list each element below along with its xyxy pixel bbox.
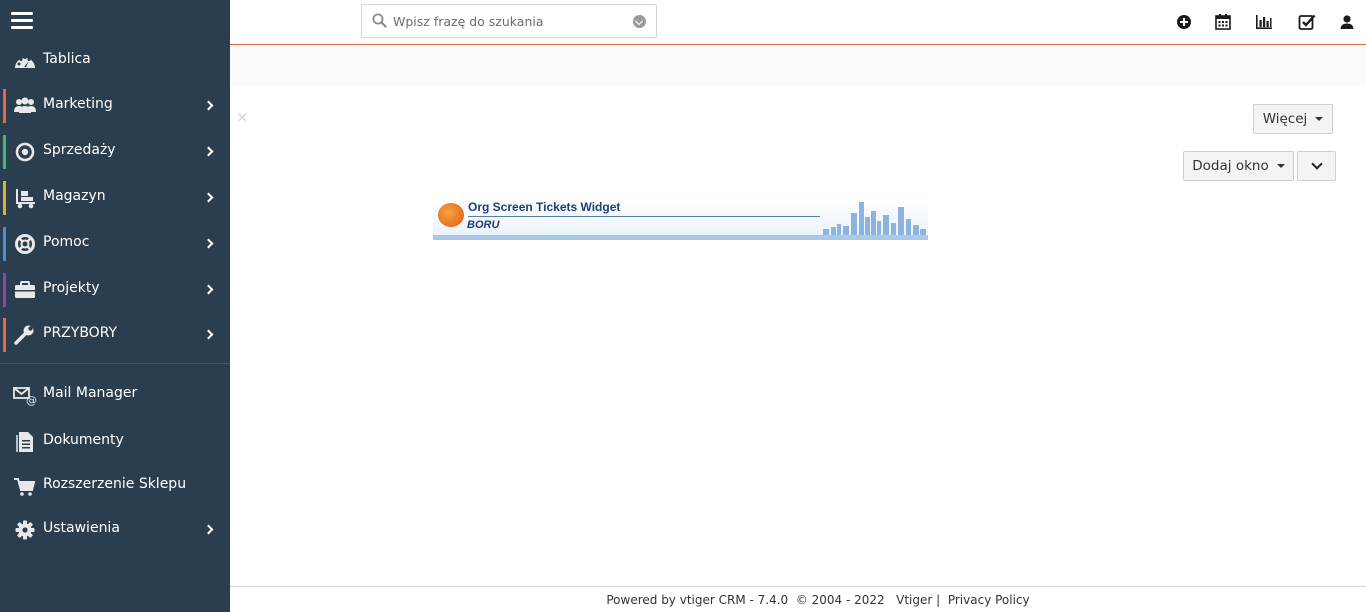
sidebar-item-label: Marketing: [43, 96, 113, 112]
section-color-bar: [3, 318, 6, 352]
sidebar-item-projekty[interactable]: Projekty: [0, 273, 230, 311]
add-widget-label: Dodaj okno: [1192, 158, 1269, 174]
search-input[interactable]: Wpisz frazę do szukania: [393, 14, 544, 29]
widget-title: Org Screen Tickets Widget: [468, 200, 621, 214]
chevron-right-icon: [203, 329, 214, 340]
section-color-bar: [3, 135, 6, 169]
footer: Powered by vtiger CRM - 7.4.0 © 2004 - 2…: [230, 586, 1366, 612]
chevron-down-icon: [1310, 158, 1323, 170]
sidebar-item-pomoc[interactable]: Pomoc: [0, 227, 230, 265]
chevron-right-icon: [203, 100, 214, 111]
sidebar-divider: [0, 363, 230, 364]
dolly-icon: [16, 189, 35, 209]
sidebar-item-sprzedazy[interactable]: Sprzedaży: [0, 135, 230, 173]
widget-bottom-strip: [433, 235, 928, 240]
footer-powered-by: Powered by vtiger CRM - 7.4.0: [606, 592, 789, 607]
chevron-right-icon: [203, 238, 214, 249]
chevron-right-icon: [203, 524, 214, 535]
search-options-icon[interactable]: [633, 15, 646, 28]
section-color-bar: [3, 227, 6, 261]
sidebar-item-label: Mail Manager: [43, 385, 138, 401]
sidebar-item-label: Sprzedaży: [43, 142, 116, 158]
lifebuoy-icon: [15, 234, 35, 254]
widget-brand: BORU: [467, 219, 500, 231]
chevron-right-icon: [203, 284, 214, 295]
sidebar-item-marketing[interactable]: Marketing: [0, 89, 230, 127]
hamburger-menu-icon[interactable]: [11, 12, 33, 30]
sidebar-item-label: Tablica: [43, 51, 91, 67]
global-search[interactable]: Wpisz frazę do szukania: [361, 4, 657, 38]
more-button[interactable]: Więcej: [1253, 104, 1333, 134]
more-button-label: Więcej: [1262, 111, 1308, 127]
sidebar-item-dokumenty[interactable]: Dokumenty: [0, 425, 230, 463]
chevron-right-icon: [203, 146, 214, 157]
widget-title-rule: [468, 216, 820, 217]
tasks-check-icon[interactable]: [1297, 12, 1317, 32]
sidebar-item-mail-manager[interactable]: @ Mail Manager: [0, 378, 230, 416]
section-color-bar: [3, 89, 6, 123]
sidebar-item-przybory[interactable]: PRZYBORY: [0, 318, 230, 356]
mail-at-icon: @: [13, 387, 37, 406]
document-icon: [16, 432, 33, 452]
widget-logo-icon: [438, 203, 464, 227]
sidebar-item-label: Pomoc: [43, 234, 90, 250]
svg-text:@: @: [26, 394, 37, 406]
sidebar-item-rozszerzenie-sklepu[interactable]: Rozszerzenie Sklepu: [0, 469, 230, 507]
reports-chart-icon[interactable]: [1254, 12, 1274, 32]
user-icon[interactable]: [1337, 12, 1357, 32]
gear-icon: [15, 520, 35, 540]
wrench-icon: [14, 325, 34, 345]
briefcase-icon: [15, 281, 35, 298]
city-skyline-icon: [823, 202, 926, 237]
add-icon[interactable]: [1174, 12, 1194, 32]
sidebar-item-label: Projekty: [43, 280, 100, 296]
target-icon: [15, 142, 35, 162]
sidebar-item-label: Rozszerzenie Sklepu: [43, 476, 187, 492]
section-color-bar: [3, 181, 6, 215]
sidebar-item-tablica[interactable]: Tablica: [0, 44, 230, 82]
close-icon[interactable]: ×: [236, 108, 249, 126]
footer-copyright: © 2004 - 2022: [795, 592, 885, 607]
secondary-header-band: [230, 46, 1366, 86]
sidebar-item-label: Dokumenty: [43, 432, 124, 448]
sidebar-item-magazyn[interactable]: Magazyn: [0, 181, 230, 219]
sidebar-item-label: Ustawienia: [43, 520, 120, 536]
calendar-icon[interactable]: [1213, 12, 1233, 32]
sidebar-item-label: Magazyn: [43, 188, 106, 204]
sidebar-item-label: PRZYBORY: [43, 325, 118, 341]
org-screen-tickets-widget-banner: Org Screen Tickets Widget BORU: [433, 197, 928, 240]
caret-down-icon: [1276, 164, 1285, 168]
section-color-bar: [3, 273, 6, 307]
add-widget-button[interactable]: Dodaj okno: [1183, 151, 1294, 181]
caret-down-icon: [1315, 117, 1324, 121]
users-group-icon: [14, 97, 36, 113]
chevron-right-icon: [203, 192, 214, 203]
sidebar-menu: Tablica Marketing Sprzedaży Magazyn Pomo…: [0, 0, 230, 612]
footer-privacy-link[interactable]: Privacy Policy: [948, 593, 1030, 607]
footer-vtiger-link[interactable]: Vtiger: [896, 593, 932, 607]
search-icon: [372, 13, 387, 28]
sidebar-item-ustawienia[interactable]: Ustawienia: [0, 513, 230, 551]
dashboard-icon: [15, 56, 35, 68]
cart-icon: [14, 478, 36, 496]
collapse-toggle-button[interactable]: [1297, 151, 1336, 181]
